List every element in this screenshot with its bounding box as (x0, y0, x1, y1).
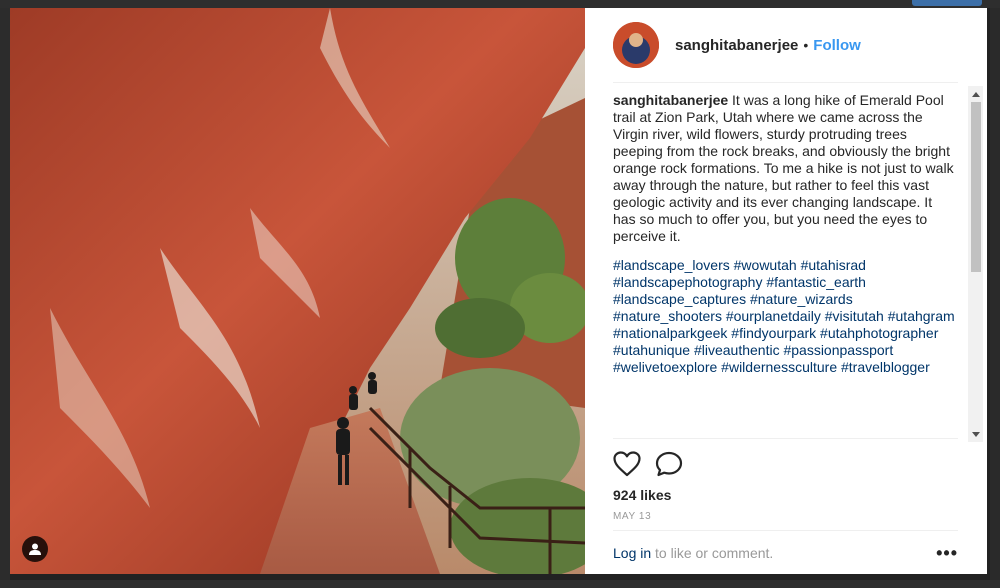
top-banner-button[interactable] (912, 0, 982, 6)
scroll-down-icon[interactable] (968, 427, 983, 441)
login-link[interactable]: Log in (613, 545, 651, 561)
post-actions: 924 likes MAY 13 (613, 438, 958, 522)
caption-text: It was a long hike of Emerald Pool trail… (613, 92, 954, 244)
post-photo[interactable] (10, 8, 585, 574)
caption: sanghitabanerjee It was a long hike of E… (613, 92, 958, 245)
backdrop-left (0, 8, 10, 580)
post-sidebar: sanghitabanerjee • Follow sanghitabanerj… (585, 8, 987, 574)
hashtags[interactable]: #landscape_lovers #wowutah #utahisrad #l… (613, 257, 958, 376)
action-icons (613, 450, 958, 482)
login-suffix: to like or comment. (651, 545, 774, 561)
rock-canyon-image (10, 8, 585, 574)
login-bar: Log in to like or comment. ••• (613, 530, 958, 575)
more-options-button[interactable]: ••• (936, 543, 958, 564)
comments-area[interactable]: sanghitabanerjee It was a long hike of E… (613, 92, 958, 437)
likes-count[interactable]: 924 likes (613, 487, 958, 503)
backdrop-top (0, 0, 1000, 8)
heart-icon[interactable] (613, 450, 641, 482)
comments-scrollbar[interactable] (968, 86, 983, 442)
user-tag-icon[interactable] (22, 536, 48, 562)
user-icon (29, 543, 41, 555)
scroll-up-icon[interactable] (968, 87, 983, 101)
follow-button[interactable]: Follow (813, 37, 861, 54)
login-prompt: Log in to like or comment. (613, 545, 773, 561)
post-modal: sanghitabanerjee • Follow sanghitabanerj… (10, 8, 987, 574)
separator-dot: • (803, 37, 809, 53)
post-date[interactable]: MAY 13 (613, 511, 958, 522)
avatar-image (613, 22, 659, 68)
backdrop-right (990, 8, 1000, 580)
backdrop-bottom (0, 580, 1000, 588)
comment-icon[interactable] (655, 451, 683, 482)
header-username[interactable]: sanghitabanerjee (675, 37, 798, 54)
post-header: sanghitabanerjee • Follow (613, 8, 958, 83)
avatar[interactable] (613, 22, 659, 68)
scrollbar-thumb[interactable] (971, 102, 981, 272)
caption-username[interactable]: sanghitabanerjee (613, 92, 728, 108)
